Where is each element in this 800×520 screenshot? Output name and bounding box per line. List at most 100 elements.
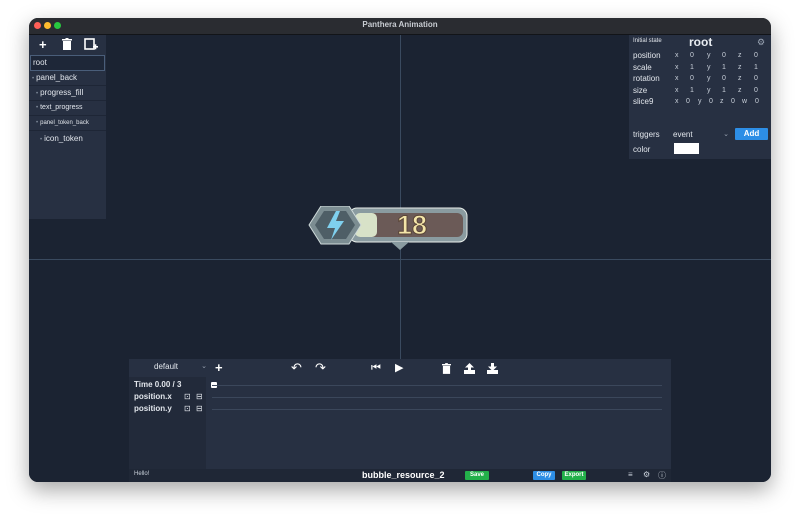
delete-keyframe-button[interactable] xyxy=(442,363,451,377)
preview-widget[interactable]: 18 xyxy=(305,206,471,262)
trash-icon xyxy=(62,38,72,50)
tree-node-panel-back[interactable]: • panel_back xyxy=(29,71,106,86)
inspector-panel: Initial state root ⚙ position scale rota… xyxy=(629,35,771,159)
time-ruler xyxy=(212,385,662,386)
copy-button[interactable]: Copy xyxy=(533,471,555,480)
scale-y-label: y xyxy=(707,64,711,71)
size-x-label: x xyxy=(675,87,679,94)
size-y-field[interactable]: 1 xyxy=(722,85,726,96)
size-z-field[interactable]: 0 xyxy=(754,85,758,96)
tree-node-label: panel_token_back xyxy=(40,120,89,126)
hierarchy-panel: + root • panel_back • progress_fill • text_… xyxy=(29,35,106,219)
size-x-field[interactable]: 1 xyxy=(690,85,694,96)
animation-select-value: default xyxy=(154,362,179,371)
animation-select[interactable]: default ⌄ xyxy=(151,362,207,374)
scale-x-field[interactable]: 1 xyxy=(690,62,694,73)
menu-icon[interactable]: ≡ xyxy=(628,470,633,479)
scale-z-field[interactable]: 1 xyxy=(754,62,758,73)
unlock-icon[interactable]: ⊡ xyxy=(184,404,191,413)
chevron-down-icon: ⌄ xyxy=(201,363,207,370)
add-box-icon xyxy=(84,38,98,50)
upload-icon[interactable] xyxy=(464,363,475,377)
size-z-label: z xyxy=(738,87,742,94)
slice9-x-field[interactable]: 0 xyxy=(686,96,690,107)
position-y-field[interactable]: 0 xyxy=(722,50,726,61)
position-z-field[interactable]: 0 xyxy=(754,50,758,61)
file-name: bubble_resource_2 xyxy=(362,470,445,480)
delete-node-button[interactable] xyxy=(62,38,72,52)
rotation-label: rotation xyxy=(633,74,660,83)
unlock-icon[interactable]: ⊡ xyxy=(184,392,191,401)
title-bar: Panthera Animation xyxy=(29,18,771,35)
hierarchy-toolbar: + xyxy=(29,35,106,55)
tooltip-pointer xyxy=(391,242,409,250)
status-bar: Hello! bubble_resource_2 Save Copy Expor… xyxy=(129,469,671,482)
slice9-w-field[interactable]: 0 xyxy=(755,96,759,107)
color-swatch[interactable] xyxy=(674,143,699,154)
redo-icon[interactable]: ↷ xyxy=(315,361,326,374)
slice9-y-field[interactable]: 0 xyxy=(709,96,713,107)
tree-node-icon-token[interactable]: • icon_token xyxy=(29,132,106,146)
track-row-position-y xyxy=(212,409,662,410)
scale-label: scale xyxy=(633,63,652,72)
bullet-icon: • xyxy=(40,137,43,143)
progress-text: 18 xyxy=(397,210,427,240)
tree-node-progress-fill[interactable]: • progress_fill xyxy=(29,86,106,101)
tree-node-label: progress_fill xyxy=(40,88,84,97)
rotation-y-field[interactable]: 0 xyxy=(722,73,726,84)
rotation-z-field[interactable]: 0 xyxy=(754,73,758,84)
bullet-icon: • xyxy=(36,120,39,126)
slice9-z-label: z xyxy=(720,98,724,105)
play-icon[interactable]: ▶ xyxy=(395,362,403,374)
slice9-z-field[interactable]: 0 xyxy=(731,96,735,107)
gear-icon[interactable]: ⚙ xyxy=(643,470,650,479)
scale-x-label: x xyxy=(675,64,679,71)
tree-node-label: root xyxy=(33,58,47,67)
tree-node-root[interactable]: root xyxy=(30,55,105,71)
position-z-label: z xyxy=(738,52,742,59)
track-label-position-y[interactable]: position.y xyxy=(134,404,172,413)
inspector-caption: Initial state xyxy=(633,38,662,44)
slice9-y-label: y xyxy=(698,98,702,105)
gear-icon[interactable]: ⚙ xyxy=(757,37,765,48)
add-animation-button[interactable]: + xyxy=(215,361,223,374)
download-icon[interactable] xyxy=(487,363,498,377)
track-label-position-x[interactable]: position.x xyxy=(134,392,172,401)
tree-node-text-progress[interactable]: • text_progress xyxy=(29,101,106,116)
trigger-select-value: event xyxy=(673,130,693,139)
scale-z-label: z xyxy=(738,64,742,71)
rotation-x-field[interactable]: 0 xyxy=(690,73,694,84)
status-message: Hello! xyxy=(134,471,150,477)
add-trigger-button[interactable]: Add xyxy=(735,128,768,140)
save-button[interactable]: Save xyxy=(465,471,489,480)
skip-to-start-icon[interactable]: ⏮ xyxy=(371,362,381,374)
app-window: Panthera Animation 18 + root • panel_bac… xyxy=(29,18,771,482)
lock-icon[interactable]: ⊟ xyxy=(196,404,203,413)
add-node-button[interactable]: + xyxy=(39,38,47,51)
bullet-icon: • xyxy=(32,76,35,82)
position-y-label: y xyxy=(707,52,711,59)
undo-icon[interactable]: ↶ xyxy=(291,361,302,374)
rotation-y-label: y xyxy=(707,75,711,82)
position-x-field[interactable]: 0 xyxy=(690,50,694,61)
triggers-label: triggers xyxy=(633,130,660,139)
rotation-z-label: z xyxy=(738,75,742,82)
window-title: Panthera Animation xyxy=(362,20,438,29)
tree-node-label: panel_back xyxy=(36,73,78,82)
scale-y-field[interactable]: 1 xyxy=(722,62,726,73)
position-x-label: x xyxy=(675,52,679,59)
add-child-button[interactable] xyxy=(84,38,98,54)
export-button[interactable]: Export xyxy=(562,471,586,480)
chevron-down-icon: ⌄ xyxy=(723,131,729,138)
position-label: position xyxy=(633,51,661,60)
trigger-select[interactable]: event ⌄ xyxy=(673,129,729,140)
size-y-label: y xyxy=(707,87,711,94)
lock-icon[interactable]: ⊟ xyxy=(196,392,203,401)
size-label: size xyxy=(633,86,648,95)
tree-node-panel-token-back[interactable]: • panel_token_back xyxy=(29,116,106,131)
trash-icon xyxy=(442,363,451,374)
bullet-icon: • xyxy=(36,105,39,111)
info-icon[interactable]: ⓘ xyxy=(658,470,666,481)
slice9-w-label: w xyxy=(742,98,748,105)
tree-node-label: text_progress xyxy=(40,104,83,111)
